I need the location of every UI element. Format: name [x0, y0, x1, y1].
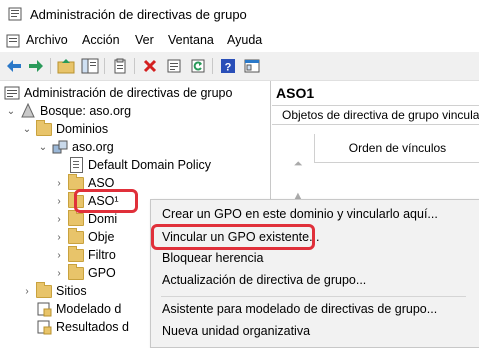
expand-icon[interactable]: ›	[54, 268, 64, 279]
svg-text:?: ?	[225, 62, 232, 74]
title-bar: Administración de directivas de grupo	[0, 0, 479, 30]
gpmc-app-icon	[8, 7, 22, 21]
expand-icon[interactable]: ›	[22, 286, 32, 297]
menu-create-gpo[interactable]: Crear un GPO en este dominio y vincularl…	[162, 207, 438, 221]
properties-icon[interactable]	[110, 56, 130, 76]
tree-filters[interactable]: › Filtro	[54, 245, 116, 264]
menu-ventana[interactable]: Ventana	[168, 33, 214, 47]
context-menu: Crear un GPO en este dominio y vincularl…	[150, 199, 479, 348]
tree-objects-label: Obje	[88, 230, 115, 244]
expand-icon[interactable]: ›	[54, 214, 64, 225]
back-icon[interactable]	[4, 56, 24, 76]
sites-folder-icon	[36, 281, 52, 299]
column-header-link-order[interactable]: Orden de vínculos	[314, 134, 479, 163]
folder-icon	[68, 245, 84, 263]
tree-forest[interactable]: ⌄ Bosque: aso.org	[6, 102, 131, 120]
forest-icon	[20, 103, 36, 119]
domain-icon	[52, 139, 68, 155]
aso1-highlight	[74, 189, 138, 213]
menu-bar: Archivo Acción Ver Ventana Ayuda	[0, 30, 479, 52]
system-menu-icon[interactable]	[6, 34, 20, 48]
column-header-link-order-label: Orden de vínculos	[348, 141, 447, 155]
tree-results[interactable]: Resultados d	[36, 318, 129, 336]
tree-modeling-label: Modelado d	[56, 302, 122, 316]
menu-separator	[161, 296, 466, 297]
collapse-icon[interactable]: ⌄	[22, 124, 32, 135]
tree-modeling[interactable]: Modelado d	[36, 300, 121, 318]
menu-modeling-wizard[interactable]: Asistente para modelado de directivas de…	[162, 302, 437, 316]
tree-gpo[interactable]: › GPO	[54, 263, 116, 282]
tree-ou-aso-label: ASO	[88, 176, 115, 190]
delete-icon[interactable]	[140, 56, 160, 76]
expand-icon[interactable]: ›	[54, 232, 64, 243]
tree-objects[interactable]: › Obje	[54, 227, 115, 246]
folder-icon	[68, 227, 84, 245]
menu-block-inheritance[interactable]: Bloquear herencia	[162, 251, 263, 265]
gpo-link-icon	[68, 157, 84, 173]
tree-domain-controllers-label: Domi	[88, 212, 118, 226]
menu-archivo[interactable]: Archivo	[26, 33, 68, 47]
tree-root[interactable]: Administración de directivas de grupo	[4, 84, 232, 102]
folder-icon	[68, 263, 84, 281]
menu-new-ou[interactable]: Nueva unidad organizativa	[162, 324, 310, 338]
gpmc-icon	[4, 85, 20, 101]
mmc-icon[interactable]	[242, 56, 262, 76]
window-title: Administración de directivas de grupo	[30, 7, 247, 22]
export-icon[interactable]	[164, 56, 184, 76]
move-top-icon[interactable]: ⏶	[290, 157, 306, 171]
tab-linked-gpos-label: Objetos de directiva de grupo vinculados	[282, 108, 479, 122]
modeling-icon	[36, 301, 52, 317]
tree-default-policy-label: Default Domain Policy	[88, 158, 211, 172]
expand-icon[interactable]: ›	[54, 250, 64, 261]
tree-domains-label: Dominios	[56, 122, 109, 136]
expand-icon[interactable]: ›	[54, 178, 64, 189]
expand-icon[interactable]: ›	[54, 196, 64, 207]
tree-sites-label: Sitios	[56, 284, 87, 298]
menu-accion[interactable]: Acción	[82, 33, 120, 47]
tree-domain-label: aso.org	[72, 140, 114, 154]
show-tree-icon[interactable]	[80, 56, 100, 76]
help-icon[interactable]: ?	[218, 56, 238, 76]
tree-forest-label: Bosque: aso.org	[40, 104, 132, 118]
tree-sites[interactable]: › Sitios	[22, 281, 87, 300]
menu-ver[interactable]: Ver	[135, 33, 154, 47]
tree-results-label: Resultados d	[56, 320, 129, 334]
tree-gpo-label: GPO	[88, 266, 116, 280]
refresh-icon[interactable]	[188, 56, 208, 76]
tree-default-policy[interactable]: Default Domain Policy	[68, 156, 211, 174]
up-folder-icon[interactable]	[56, 56, 76, 76]
tree-domain[interactable]: ⌄ aso.org	[38, 138, 114, 156]
ou-folder-icon	[68, 209, 84, 227]
tab-linked-gpos[interactable]: Objetos de directiva de grupo vinculados	[272, 105, 479, 125]
tree-domains[interactable]: ⌄ Dominios	[22, 119, 109, 138]
collapse-icon[interactable]: ⌄	[38, 142, 48, 153]
tree-filters-label: Filtro	[88, 248, 116, 262]
domains-folder-icon	[36, 119, 52, 137]
tree-root-label: Administración de directivas de grupo	[24, 86, 233, 100]
forward-icon[interactable]	[26, 56, 46, 76]
menu-ayuda[interactable]: Ayuda	[227, 33, 262, 47]
vincular-highlight	[151, 224, 315, 250]
details-header: ASO1	[276, 85, 315, 101]
menu-gp-update[interactable]: Actualización de directiva de grupo...	[162, 273, 366, 287]
toolbar: ?	[0, 52, 479, 81]
collapse-icon[interactable]: ⌄	[6, 106, 16, 117]
results-icon	[36, 319, 52, 335]
